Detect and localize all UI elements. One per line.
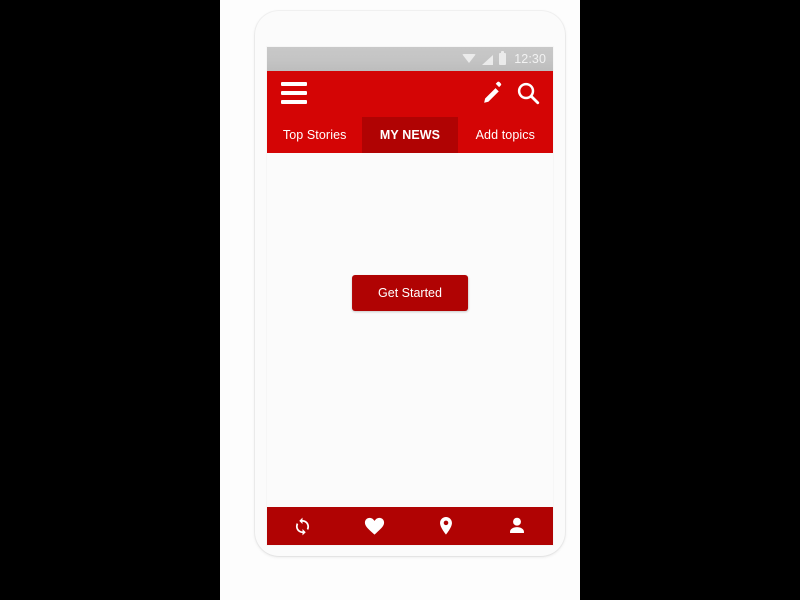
edit-icon[interactable] — [481, 80, 507, 106]
phone-device-frame: 12:30 Top Stories MY NEWS Add topics Get… — [255, 11, 565, 556]
signal-icon — [482, 55, 494, 65]
person-icon — [506, 515, 528, 537]
content-area: Get Started — [267, 153, 553, 507]
location-pin-icon — [435, 515, 457, 537]
tab-my-news[interactable]: MY NEWS — [362, 117, 458, 153]
letterbox-left — [0, 0, 220, 600]
refresh-sync-icon — [292, 516, 313, 537]
nav-item-favorites[interactable] — [339, 507, 411, 545]
tab-top-stories[interactable]: Top Stories — [267, 117, 362, 153]
status-bar-clock: 12:30 — [514, 52, 546, 66]
phone-screen: 12:30 Top Stories MY NEWS Add topics Get… — [267, 47, 553, 545]
nav-item-local[interactable] — [410, 507, 482, 545]
app-header-bar — [267, 71, 553, 117]
mockup-stage: 12:30 Top Stories MY NEWS Add topics Get… — [220, 0, 580, 600]
nav-item-sync[interactable] — [267, 507, 339, 545]
tab-add-topics[interactable]: Add topics — [458, 117, 553, 153]
menu-bar-2 — [281, 91, 307, 95]
android-status-bar: 12:30 — [267, 47, 553, 71]
menu-bar-1 — [281, 82, 307, 86]
letterbox-right — [580, 0, 800, 600]
menu-bar-3 — [281, 100, 307, 104]
screenshot-canvas: 12:30 Top Stories MY NEWS Add topics Get… — [0, 0, 800, 600]
heart-icon — [363, 515, 386, 538]
bottom-navigation-bar — [267, 507, 553, 545]
tab-strip: Top Stories MY NEWS Add topics — [267, 117, 553, 153]
wifi-icon — [462, 53, 477, 63]
hamburger-menu-icon[interactable] — [281, 82, 307, 104]
search-icon[interactable] — [515, 80, 541, 106]
get-started-button[interactable]: Get Started — [352, 275, 468, 311]
nav-item-profile[interactable] — [482, 507, 554, 545]
battery-icon — [499, 51, 507, 65]
